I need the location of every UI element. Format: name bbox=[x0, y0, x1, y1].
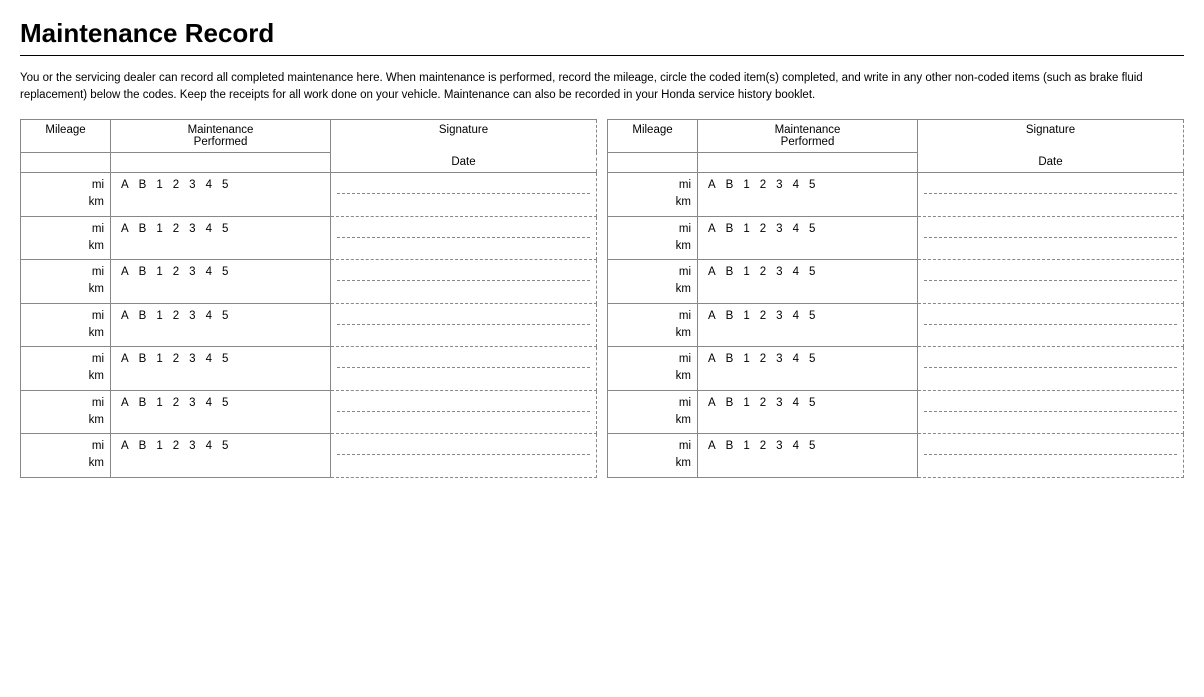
right-mileage-5: mikm bbox=[608, 347, 698, 391]
left-sig-3[interactable] bbox=[331, 260, 597, 304]
right-mileage-subheader bbox=[608, 152, 698, 173]
left-table: Mileage MaintenancePerformed Signature D… bbox=[20, 119, 597, 478]
right-mileage-7: mikm bbox=[608, 434, 698, 478]
left-sig-4[interactable] bbox=[331, 303, 597, 347]
right-mileage-4: mikm bbox=[608, 303, 698, 347]
km-label: km bbox=[89, 194, 104, 211]
right-sig-4[interactable] bbox=[918, 303, 1184, 347]
left-mileage-3: mikm bbox=[21, 260, 111, 304]
right-table: Mileage MaintenancePerformed Signature D… bbox=[607, 119, 1184, 478]
codes-row: A B 1 2 3 4 5 bbox=[117, 177, 324, 193]
title-divider bbox=[20, 55, 1184, 56]
right-maint-6: AB12345 bbox=[698, 390, 918, 434]
right-sig-3[interactable] bbox=[918, 260, 1184, 304]
left-mileage-header: Mileage bbox=[21, 119, 111, 152]
left-maint-1: A B 1 2 3 4 5 bbox=[111, 173, 331, 217]
right-sig-1[interactable] bbox=[918, 173, 1184, 217]
right-sig-6[interactable] bbox=[918, 390, 1184, 434]
left-mileage-5: mikm bbox=[21, 347, 111, 391]
left-sig-2[interactable] bbox=[331, 216, 597, 260]
left-maintenance-subheader bbox=[111, 152, 331, 173]
page-title: Maintenance Record bbox=[20, 18, 1184, 49]
left-maint-7: AB12345 bbox=[111, 434, 331, 478]
right-maint-3: AB12345 bbox=[698, 260, 918, 304]
left-mileage-7: mikm bbox=[21, 434, 111, 478]
right-maint-5: AB12345 bbox=[698, 347, 918, 391]
left-mileage-2: mikm bbox=[21, 216, 111, 260]
left-mileage-4: mikm bbox=[21, 303, 111, 347]
left-date-header: Date bbox=[331, 152, 597, 173]
right-maint-4: AB12345 bbox=[698, 303, 918, 347]
left-mileage-6: mikm bbox=[21, 390, 111, 434]
right-mileage-3: mikm bbox=[608, 260, 698, 304]
right-sig-7[interactable] bbox=[918, 434, 1184, 478]
right-sig-2[interactable] bbox=[918, 216, 1184, 260]
left-maint-6: AB12345 bbox=[111, 390, 331, 434]
left-maint-5: AB12345 bbox=[111, 347, 331, 391]
left-maintenance-header: MaintenancePerformed bbox=[111, 119, 331, 152]
intro-text: You or the servicing dealer can record a… bbox=[20, 70, 1180, 105]
right-signature-header: Signature bbox=[918, 119, 1184, 152]
left-sig-6[interactable] bbox=[331, 390, 597, 434]
right-mileage-6: mikm bbox=[608, 390, 698, 434]
right-mileage-2: mikm bbox=[608, 216, 698, 260]
tables-wrapper: Mileage MaintenancePerformed Signature D… bbox=[20, 119, 1184, 478]
right-maint-2: AB12345 bbox=[698, 216, 918, 260]
right-date-header: Date bbox=[918, 152, 1184, 173]
left-signature-header: Signature bbox=[331, 119, 597, 152]
right-maintenance-subheader bbox=[698, 152, 918, 173]
left-maint-2: AB12345 bbox=[111, 216, 331, 260]
right-mileage-header: Mileage bbox=[608, 119, 698, 152]
left-maint-4: AB12345 bbox=[111, 303, 331, 347]
right-mileage-1: mikm bbox=[608, 173, 698, 217]
left-maint-3: AB12345 bbox=[111, 260, 331, 304]
left-mileage-subheader bbox=[21, 152, 111, 173]
right-sig-5[interactable] bbox=[918, 347, 1184, 391]
right-maint-1: AB12345 bbox=[698, 173, 918, 217]
left-sig-7[interactable] bbox=[331, 434, 597, 478]
mi-label: mi bbox=[92, 177, 104, 194]
left-mileage-1: mikm bbox=[21, 173, 111, 217]
right-maint-7: AB12345 bbox=[698, 434, 918, 478]
left-sig-5[interactable] bbox=[331, 347, 597, 391]
left-sig-1[interactable] bbox=[331, 173, 597, 217]
right-maintenance-header: MaintenancePerformed bbox=[698, 119, 918, 152]
